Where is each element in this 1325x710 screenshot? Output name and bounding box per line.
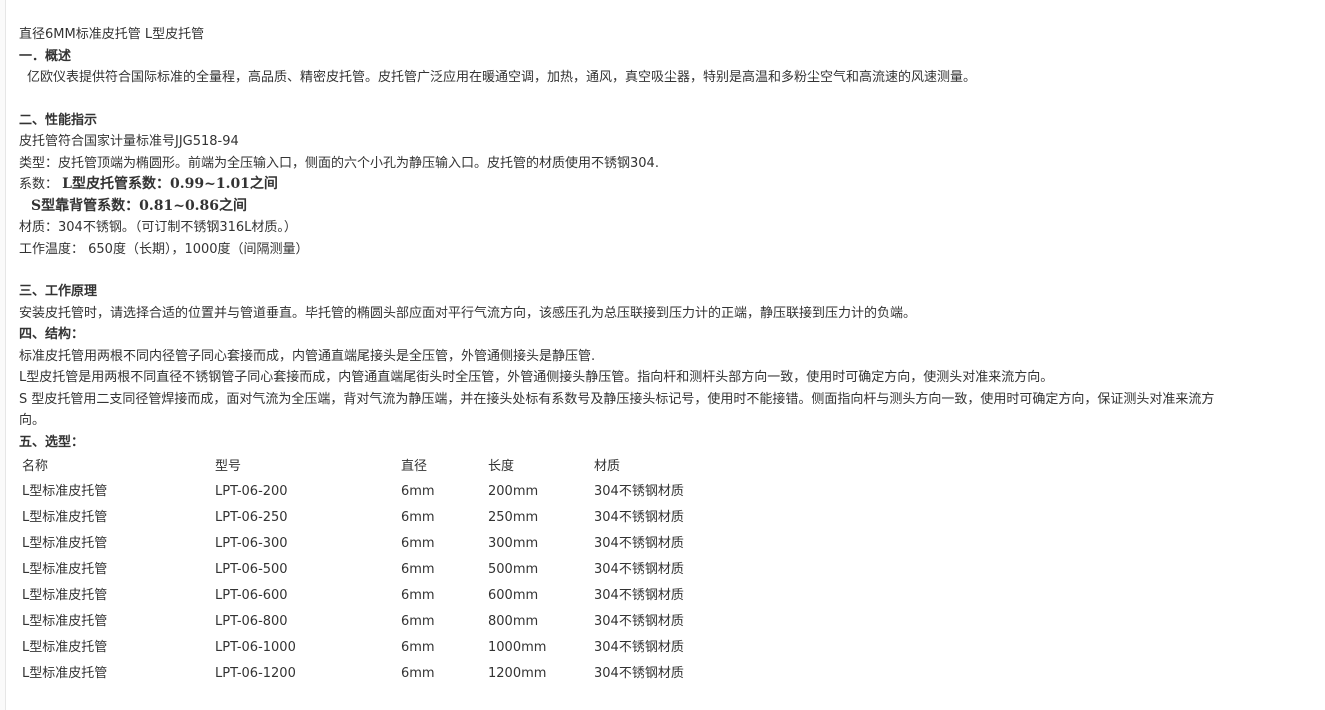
coefficient-l-type: L型皮托管系数：0.99~1.01之间 xyxy=(62,176,278,192)
page-title: 直径6MM标准皮托管 L型皮托管 xyxy=(19,27,205,42)
performance-type: 类型：皮托管顶端为椭圆形。前端为全压输入口，侧面的六个小孔为静压输入口。皮托管的… xyxy=(19,155,659,171)
cell-material: 304不锈钢材质 xyxy=(594,484,684,500)
cell-name: L型标准皮托管 xyxy=(22,484,108,500)
cell-name: L型标准皮托管 xyxy=(22,588,108,604)
cell-name: L型标准皮托管 xyxy=(22,640,108,656)
column-header-length: 长度 xyxy=(488,459,515,475)
cell-model: LPT-06-1000 xyxy=(215,640,296,656)
cell-material: 304不锈钢材质 xyxy=(594,510,684,526)
cell-material: 304不锈钢材质 xyxy=(594,614,684,630)
cell-name: L型标准皮托管 xyxy=(22,510,108,526)
performance-standard: 皮托管符合国家计量标准号JJG518-94 xyxy=(19,134,239,149)
cell-length: 200mm xyxy=(488,484,539,500)
selection-heading: 五、选型： xyxy=(19,434,85,450)
principle-text: 安装皮托管时，请选择合适的位置并与管道垂直。毕托管的椭圆头部应面对平行气流方向，… xyxy=(19,305,917,321)
cell-model: LPT-06-1200 xyxy=(215,666,296,682)
table-row: L型标准皮托管 LPT-06-300 6mm 300mm 304不锈钢材质 xyxy=(19,531,724,557)
performance-temperature: 工作温度： 650度（长期），1000度（间隔测量） xyxy=(19,241,309,257)
cell-name: L型标准皮托管 xyxy=(22,536,108,552)
cell-length: 800mm xyxy=(488,614,539,630)
cell-model: LPT-06-250 xyxy=(215,510,288,526)
column-header-model: 型号 xyxy=(215,459,242,475)
table-row: L型标准皮托管 LPT-06-500 6mm 500mm 304不锈钢材质 xyxy=(19,557,724,583)
cell-model: LPT-06-500 xyxy=(215,562,288,578)
table-row: L型标准皮托管 LPT-06-200 6mm 200mm 304不锈钢材质 xyxy=(19,479,724,505)
column-header-name: 名称 xyxy=(22,459,49,475)
structure-line-2: L型皮托管是用两根不同直径不锈钢管子同心套接而成，内管通直端尾街头时全压管，外管… xyxy=(19,370,1054,385)
page-left-border xyxy=(0,0,6,710)
cell-model: LPT-06-600 xyxy=(215,588,288,604)
coefficient-line: 系数： L型皮托管系数：0.99~1.01之间 xyxy=(19,174,1299,196)
cell-length: 1200mm xyxy=(488,666,547,682)
overview-heading: 一．概述 xyxy=(19,48,72,64)
coefficient-s-type: S型靠背管系数：0.81~0.86之间 xyxy=(31,197,248,214)
cell-name: L型标准皮托管 xyxy=(22,614,108,630)
performance-material: 材质：304不锈钢。（可订制不锈钢316L材质。） xyxy=(19,220,297,235)
cell-diameter: 6mm xyxy=(401,640,435,656)
cell-material: 304不锈钢材质 xyxy=(594,562,684,578)
cell-model: LPT-06-200 xyxy=(215,484,288,500)
cell-model: LPT-06-800 xyxy=(215,614,288,630)
structure-heading: 四、结构： xyxy=(19,327,85,342)
column-header-diameter: 直径 xyxy=(401,459,428,475)
product-description: 直径6MM标准皮托管 L型皮托管 一．概述 亿欧仪表提供符合国际标准的全量程，高… xyxy=(19,24,1299,687)
table-row: L型标准皮托管 LPT-06-800 6mm 800mm 304不锈钢材质 xyxy=(19,609,724,635)
cell-length: 600mm xyxy=(488,588,539,604)
cell-length: 250mm xyxy=(488,510,539,526)
cell-diameter: 6mm xyxy=(401,484,435,500)
cell-name: L型标准皮托管 xyxy=(22,666,108,682)
structure-line-1: 标准皮托管用两根不同内径管子同心套接而成，内管通直端尾接头是全压管，外管通侧接头… xyxy=(19,348,596,364)
principle-heading: 三、工作原理 xyxy=(19,284,98,299)
cell-diameter: 6mm xyxy=(401,510,435,526)
table-row: L型标准皮托管 LPT-06-1200 6mm 1200mm 304不锈钢材质 xyxy=(19,661,724,687)
cell-name: L型标准皮托管 xyxy=(22,562,108,578)
selection-table: 名称 型号 直径 长度 材质 L型标准皮托管 LPT-06-200 6mm 20… xyxy=(19,455,724,687)
coefficient-label: 系数： xyxy=(19,177,59,192)
table-row: L型标准皮托管 LPT-06-600 6mm 600mm 304不锈钢材质 xyxy=(19,583,724,609)
cell-material: 304不锈钢材质 xyxy=(594,536,684,552)
cell-length: 300mm xyxy=(488,536,539,552)
cell-diameter: 6mm xyxy=(401,666,435,682)
cell-diameter: 6mm xyxy=(401,614,435,630)
cell-length: 1000mm xyxy=(488,640,547,656)
table-header-row: 名称 型号 直径 长度 材质 xyxy=(19,455,724,479)
structure-line-3: S 型皮托管用二支同径管焊接而成，面对气流为全压端，背对气流为静压端，并在接头处… xyxy=(19,391,1215,429)
cell-diameter: 6mm xyxy=(401,536,435,552)
performance-heading: 二、性能指示 xyxy=(19,112,98,128)
cell-diameter: 6mm xyxy=(401,562,435,578)
overview-text: 亿欧仪表提供符合国际标准的全量程，高品质、精密皮托管。皮托管广泛应用在暖通空调，… xyxy=(27,70,977,85)
column-header-material: 材质 xyxy=(594,459,621,475)
cell-material: 304不锈钢材质 xyxy=(594,666,684,682)
cell-diameter: 6mm xyxy=(401,588,435,604)
cell-material: 304不锈钢材质 xyxy=(594,588,684,604)
cell-material: 304不锈钢材质 xyxy=(594,640,684,656)
cell-length: 500mm xyxy=(488,562,539,578)
table-row: L型标准皮托管 LPT-06-250 6mm 250mm 304不锈钢材质 xyxy=(19,505,724,531)
cell-model: LPT-06-300 xyxy=(215,536,288,552)
table-row: L型标准皮托管 LPT-06-1000 6mm 1000mm 304不锈钢材质 xyxy=(19,635,724,661)
